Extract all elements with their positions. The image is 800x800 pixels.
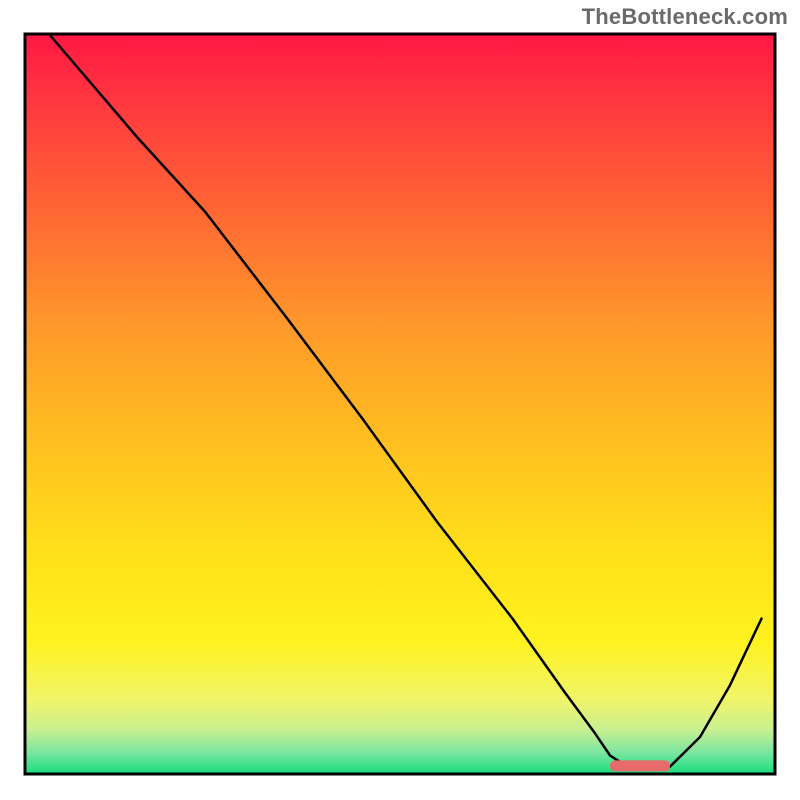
plot-background: [25, 34, 775, 774]
watermark-text: TheBottleneck.com: [582, 4, 788, 30]
chart-container: TheBottleneck.com: [0, 0, 800, 800]
optimal-range-marker: [610, 760, 670, 771]
bottleneck-chart: [0, 0, 800, 800]
